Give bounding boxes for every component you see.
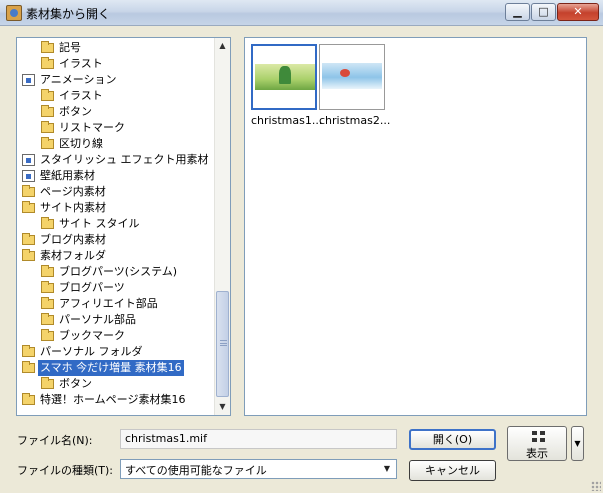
folder-tree[interactable]: 記号 イラスト アニメーション イラスト ボタン リストマーク 区切り線 スタイリッシュ エフ… — [16, 37, 231, 416]
special-folder-icon — [22, 170, 35, 182]
folder-icon — [41, 89, 54, 101]
christmas-image-thumbnail — [255, 64, 315, 90]
file-thumbnail[interactable] — [319, 44, 385, 110]
filename-label: ファイル名(N): — [17, 434, 93, 447]
tree-item-label: ブログパーツ(システム) — [59, 265, 178, 278]
tree-item-label: ボタン — [59, 105, 92, 118]
file-label: christmas2... — [319, 114, 391, 127]
tree-item-label: 区切り線 — [59, 137, 103, 150]
folder-icon — [22, 393, 35, 405]
folder-icon — [22, 185, 35, 197]
tree-item-label: パーソナル部品 — [59, 313, 136, 326]
tree-item-label: リストマーク — [59, 121, 125, 134]
folder-icon — [41, 281, 54, 293]
folder-icon — [41, 265, 54, 277]
close-button[interactable]: ✕ — [557, 3, 599, 21]
app-icon — [6, 5, 22, 21]
open-folder-icon — [22, 361, 35, 373]
open-button[interactable]: 開く(O) — [409, 429, 496, 450]
tree-item-label: アフィリエイト部品 — [59, 297, 158, 310]
folder-icon — [41, 41, 54, 53]
chevron-down-icon[interactable]: ▼ — [380, 462, 394, 476]
file-label: christmas1... — [251, 114, 323, 127]
filetype-value: すべての使用可能なファイル — [125, 464, 267, 477]
tree-item-label: サイト内素材 — [40, 201, 106, 214]
folder-icon — [41, 57, 54, 69]
file-thumbnail[interactable] — [251, 44, 317, 110]
folder-icon — [41, 313, 54, 325]
filename-input[interactable]: christmas1.mif — [120, 429, 397, 449]
folder-icon — [41, 121, 54, 133]
tree-item-label: 素材フォルダ — [40, 249, 106, 262]
resize-grip-icon[interactable] — [591, 481, 601, 491]
tree-item-label: スタイリッシュ エフェクト用素材 — [40, 153, 209, 166]
scroll-grip-icon — [220, 340, 227, 346]
tree-item-label: ブログパーツ — [59, 281, 125, 294]
special-folder-icon — [22, 74, 35, 86]
tree-item-label: 記号 — [59, 41, 81, 54]
tree-item-label: イラスト — [59, 89, 103, 102]
tree-item-label: ブックマーク — [59, 329, 125, 342]
folder-icon — [41, 297, 54, 309]
folder-icon — [41, 329, 54, 341]
view-button[interactable]: 表示 — [507, 426, 567, 461]
folder-icon — [22, 249, 35, 261]
minimize-button[interactable]: ▁ — [505, 3, 530, 21]
folder-icon — [41, 217, 54, 229]
tree-item-label: スマホ 今だけ増量 素材集16 — [38, 360, 184, 376]
christmas-image-thumbnail — [322, 63, 382, 89]
maximize-button[interactable]: □ — [531, 3, 556, 21]
tree-item-label: 壁紙用素材 — [40, 169, 95, 182]
filetype-label: ファイルの種類(T): — [17, 464, 114, 477]
grid-view-icon — [532, 431, 546, 443]
tree-item-label: ボタン — [59, 377, 92, 390]
scroll-up-button[interactable]: ▲ — [215, 38, 230, 54]
folder-icon — [22, 201, 35, 213]
file-view[interactable]: christmas1... christmas2... — [244, 37, 587, 416]
title-bar[interactable]: 素材集から開く ▁ □ ✕ — [0, 0, 603, 26]
folder-icon — [41, 105, 54, 117]
folder-icon — [22, 233, 35, 245]
tree-item-label: ページ内素材 — [40, 185, 106, 198]
scroll-thumb[interactable] — [216, 291, 229, 397]
filetype-select[interactable]: すべての使用可能なファイル ▼ — [120, 459, 397, 479]
tree-item-label: アニメーション — [40, 73, 117, 86]
tree-item-label: サイト スタイル — [59, 217, 140, 230]
view-button-label: 表示 — [526, 447, 548, 460]
folder-icon — [41, 137, 54, 149]
scroll-down-button[interactable]: ▼ — [215, 399, 230, 415]
cancel-button[interactable]: キャンセル — [409, 460, 496, 481]
tree-item-label: 特選！ホームページ素材集16 — [40, 393, 186, 406]
window-title: 素材集から開く — [26, 7, 111, 21]
view-dropdown-button[interactable]: ▼ — [571, 426, 584, 461]
special-folder-icon — [22, 154, 35, 166]
folder-icon — [41, 377, 54, 389]
tree-item-label: ブログ内素材 — [40, 233, 106, 246]
tree-scrollbar[interactable]: ▲ ▼ — [214, 38, 230, 415]
tree-item-label: パーソナル フォルダ — [40, 345, 143, 358]
personal-folder-icon — [22, 345, 35, 357]
tree-item-label: イラスト — [59, 57, 103, 70]
